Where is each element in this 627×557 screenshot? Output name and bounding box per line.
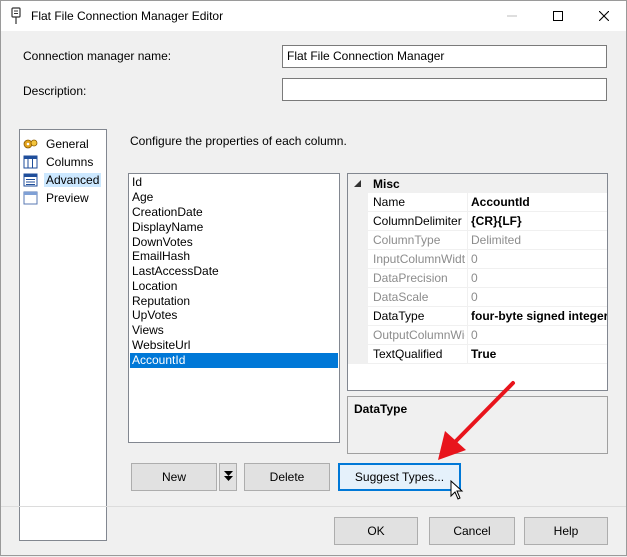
property-name: DataScale <box>373 290 429 304</box>
connection-name-label: Connection manager name: <box>23 49 172 63</box>
maximize-button[interactable] <box>535 1 581 31</box>
advanced-icon <box>23 173 39 187</box>
nav-label: Preview <box>46 190 89 205</box>
property-row[interactable]: InputColumnWidth 0 <box>348 250 607 269</box>
maximize-icon <box>553 11 563 21</box>
app-icon <box>9 7 23 25</box>
list-item-selected[interactable]: AccountId <box>130 353 338 368</box>
nav-item-advanced[interactable]: Advanced <box>23 171 105 188</box>
suggest-types-button[interactable]: Suggest Types... <box>338 463 461 491</box>
general-icon <box>23 137 39 151</box>
category-label: Misc <box>373 177 400 191</box>
nav-label: Columns <box>46 154 94 169</box>
list-item[interactable]: LastAccessDate <box>130 264 338 279</box>
description-input[interactable] <box>282 78 607 101</box>
property-category[interactable]: Misc <box>348 174 607 193</box>
list-item[interactable]: UpVotes <box>130 308 338 323</box>
cancel-button[interactable]: Cancel <box>429 517 515 545</box>
double-chevron-down-icon <box>223 470 233 485</box>
property-value[interactable]: Delimited <box>471 233 607 247</box>
new-button[interactable]: New <box>131 463 217 491</box>
list-item[interactable]: Reputation <box>130 294 338 309</box>
property-name: ColumnDelimiter <box>373 214 462 228</box>
minimize-icon <box>507 15 517 17</box>
list-item[interactable]: CreationDate <box>130 205 338 220</box>
close-icon <box>599 11 609 21</box>
list-item[interactable]: Views <box>130 323 338 338</box>
dialog-window: Flat File Connection Manager Editor Conn… <box>0 0 627 556</box>
property-row[interactable]: Name AccountId <box>348 193 607 212</box>
collapse-icon[interactable] <box>353 177 362 191</box>
nav-label: General <box>46 136 89 151</box>
property-value[interactable]: 0 <box>471 328 607 342</box>
nav-item-columns[interactable]: Columns <box>23 153 105 170</box>
property-row[interactable]: OutputColumnWidth 0 <box>348 326 607 345</box>
property-value[interactable]: 0 <box>471 252 607 266</box>
list-item[interactable]: Id <box>130 175 338 190</box>
columns-icon <box>23 155 39 169</box>
property-name: InputColumnWidth <box>373 252 465 266</box>
property-name: DataType <box>373 309 425 323</box>
separator <box>1 506 626 507</box>
ok-button[interactable]: OK <box>334 517 418 545</box>
nav-item-preview[interactable]: Preview <box>23 189 105 206</box>
property-row[interactable]: DataType four-byte signed integer <box>348 307 607 326</box>
list-item[interactable]: DownVotes <box>130 235 338 250</box>
property-name: DataPrecision <box>373 271 448 285</box>
nav-label: Advanced <box>44 172 102 187</box>
preview-icon <box>23 191 39 205</box>
list-item[interactable]: Age <box>130 190 338 205</box>
close-button[interactable] <box>581 1 627 31</box>
mouse-cursor-icon <box>450 480 464 500</box>
list-item[interactable]: WebsiteUrl <box>130 338 338 353</box>
property-name: TextQualified <box>373 347 443 361</box>
property-row[interactable]: ColumnDelimiter {CR}{LF} <box>348 212 607 231</box>
property-row[interactable]: TextQualified True <box>348 345 607 364</box>
delete-button[interactable]: Delete <box>244 463 330 491</box>
title-bar: Flat File Connection Manager Editor <box>1 1 626 31</box>
connection-name-input[interactable]: Flat File Connection Manager <box>282 45 607 68</box>
list-item[interactable]: Location <box>130 279 338 294</box>
minimize-button[interactable] <box>489 1 535 31</box>
page-navigation: General Columns Advanced Preview <box>19 129 107 541</box>
property-value[interactable]: four-byte signed integer <box>471 309 607 323</box>
property-description-title: DataType <box>354 402 408 416</box>
list-item[interactable]: EmailHash <box>130 249 338 264</box>
property-row[interactable]: DataScale 0 <box>348 288 607 307</box>
columns-list[interactable]: Id Age CreationDate DisplayName DownVote… <box>128 173 340 443</box>
property-value[interactable]: AccountId <box>471 195 607 209</box>
property-grid[interactable]: Misc Name AccountId ColumnDelimiter {CR}… <box>347 173 608 391</box>
property-name: OutputColumnWidth <box>373 328 465 342</box>
help-button[interactable]: Help <box>524 517 608 545</box>
property-value[interactable]: True <box>471 347 607 361</box>
property-value[interactable]: 0 <box>471 271 607 285</box>
description-label: Description: <box>23 84 87 98</box>
property-value[interactable]: {CR}{LF} <box>471 214 607 228</box>
property-name: Name <box>373 195 406 209</box>
new-dropdown-button[interactable] <box>219 463 237 491</box>
instruction-text: Configure the properties of each column. <box>130 134 347 148</box>
property-description-pane: DataType <box>347 396 608 454</box>
nav-item-general[interactable]: General <box>23 135 105 152</box>
property-name: ColumnType <box>373 233 441 247</box>
property-row[interactable]: ColumnType Delimited <box>348 231 607 250</box>
property-value[interactable]: 0 <box>471 290 607 304</box>
list-item[interactable]: DisplayName <box>130 220 338 235</box>
property-row[interactable]: DataPrecision 0 <box>348 269 607 288</box>
window-title: Flat File Connection Manager Editor <box>31 9 224 23</box>
